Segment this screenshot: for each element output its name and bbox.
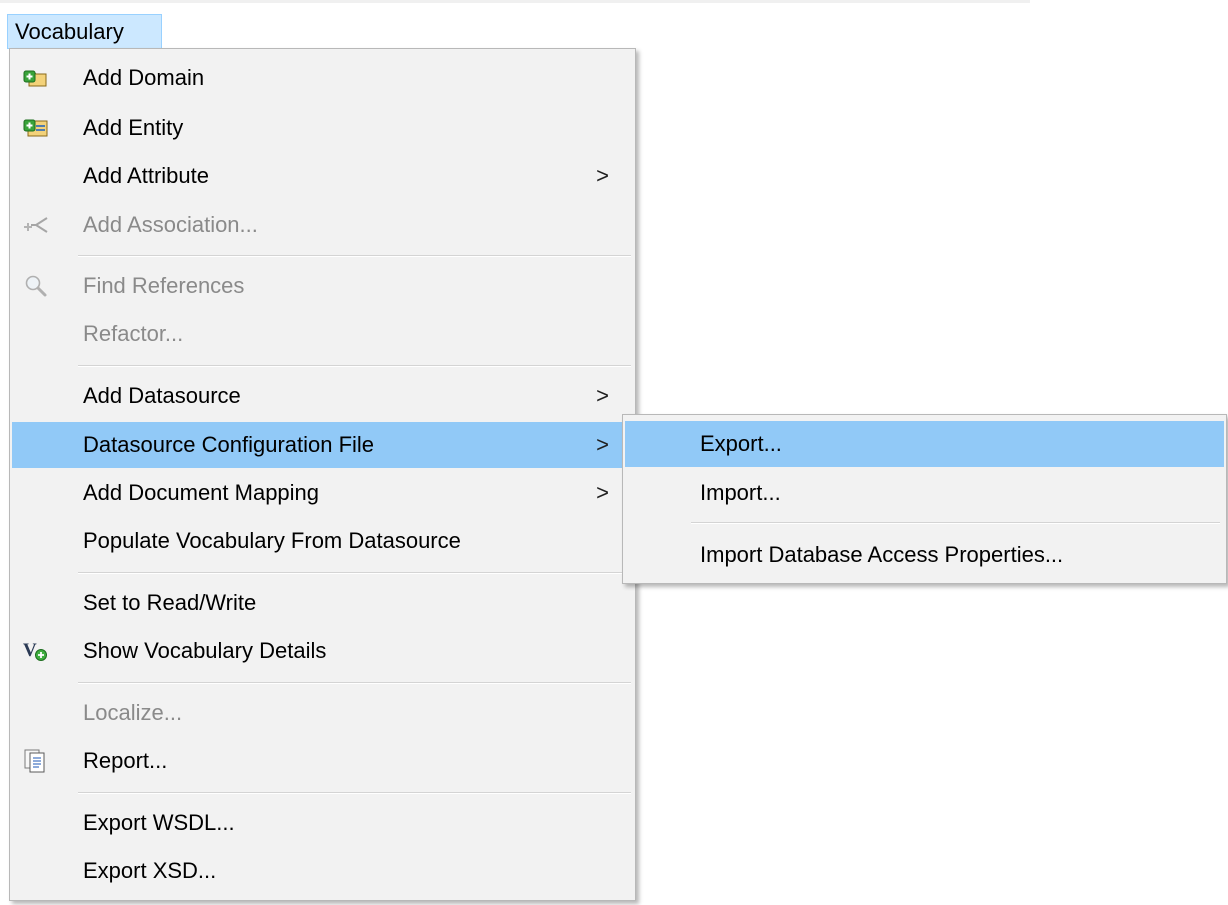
- menu-item-add-datasource[interactable]: Add Datasource >: [12, 373, 633, 419]
- menu-item-label: Export...: [700, 431, 782, 456]
- magnifier-icon: [23, 274, 49, 298]
- menu-vocabulary[interactable]: Vocabulary: [7, 14, 162, 49]
- menu-item-label: Add Datasource: [83, 383, 241, 408]
- submenu-item-export[interactable]: Export...: [625, 421, 1224, 467]
- menu-item-label: Add Domain: [83, 65, 205, 90]
- menu-item-populate-vocabulary[interactable]: Populate Vocabulary From Datasource: [12, 518, 633, 564]
- menu-item-label: Add Attribute: [83, 163, 209, 188]
- menu-item-label: Show Vocabulary Details: [83, 638, 327, 663]
- menu-item-export-xsd[interactable]: Export XSD...: [12, 848, 633, 894]
- menu-item-label: Add Association...: [83, 212, 258, 237]
- menu-item-add-association[interactable]: Add Association...: [12, 202, 633, 248]
- menu-separator: [78, 365, 631, 367]
- menu-item-label: Report...: [83, 748, 168, 773]
- svg-text:V: V: [23, 640, 37, 661]
- menu-item-label: Datasource Configuration File: [83, 432, 375, 457]
- submenu-chevron-icon: >: [596, 163, 609, 188]
- menu-item-add-attribute[interactable]: Add Attribute >: [12, 153, 633, 199]
- menu-item-localize[interactable]: Localize...: [12, 690, 633, 736]
- menu-item-label: Refactor...: [83, 321, 184, 346]
- menu-item-set-read-write[interactable]: Set to Read/Write: [12, 580, 633, 626]
- menu-item-label: Localize...: [83, 700, 183, 725]
- menu-item-show-vocabulary-details[interactable]: V Show Vocabulary Details: [12, 628, 633, 674]
- add-entity-icon: [23, 116, 49, 140]
- submenu-item-import-database-access-properties[interactable]: Import Database Access Properties...: [625, 532, 1224, 578]
- menu-separator: [691, 522, 1220, 524]
- menu-item-find-references[interactable]: Find References: [12, 263, 633, 309]
- menu-item-report[interactable]: Report...: [12, 738, 633, 784]
- menu-item-label: Add Entity: [83, 115, 184, 140]
- menu-item-datasource-configuration-file[interactable]: Datasource Configuration File >: [12, 422, 633, 468]
- menu-separator: [78, 792, 631, 794]
- menu-item-label: Add Document Mapping: [83, 480, 320, 505]
- menu-separator: [78, 682, 631, 684]
- menu-item-export-wsdl[interactable]: Export WSDL...: [12, 800, 633, 846]
- submenu-item-import[interactable]: Import...: [625, 470, 1224, 516]
- menu-separator: [78, 572, 631, 574]
- menu-item-label: Import...: [700, 480, 781, 505]
- menu-item-add-entity[interactable]: Add Entity: [12, 105, 633, 151]
- menu-separator: [78, 255, 631, 257]
- menu-item-label: Find References: [83, 273, 245, 298]
- menu-bar: Vocabulary: [0, 0, 1030, 49]
- add-association-icon: [23, 213, 49, 237]
- menu-item-add-document-mapping[interactable]: Add Document Mapping >: [12, 470, 633, 516]
- menu-item-label: Import Database Access Properties...: [700, 542, 1064, 567]
- menu-item-label: Set to Read/Write: [83, 590, 257, 615]
- menu-item-label: Export XSD...: [83, 858, 217, 883]
- menu-item-add-domain[interactable]: Add Domain: [12, 55, 633, 101]
- datasource-configuration-submenu: Export... Import... Import Database Acce…: [622, 414, 1227, 584]
- menu-item-label: Export WSDL...: [83, 810, 235, 835]
- menu-item-refactor[interactable]: Refactor...: [12, 311, 633, 357]
- add-domain-icon: [23, 66, 49, 90]
- submenu-chevron-icon: >: [596, 383, 609, 408]
- submenu-chevron-icon: >: [596, 432, 609, 457]
- report-icon: [23, 749, 49, 773]
- vocabulary-details-icon: V: [23, 639, 49, 663]
- vocabulary-menu: Add Domain Add Entity Add Attribute > Ad…: [9, 48, 636, 901]
- menu-item-label: Populate Vocabulary From Datasource: [83, 528, 461, 553]
- submenu-chevron-icon: >: [596, 480, 609, 505]
